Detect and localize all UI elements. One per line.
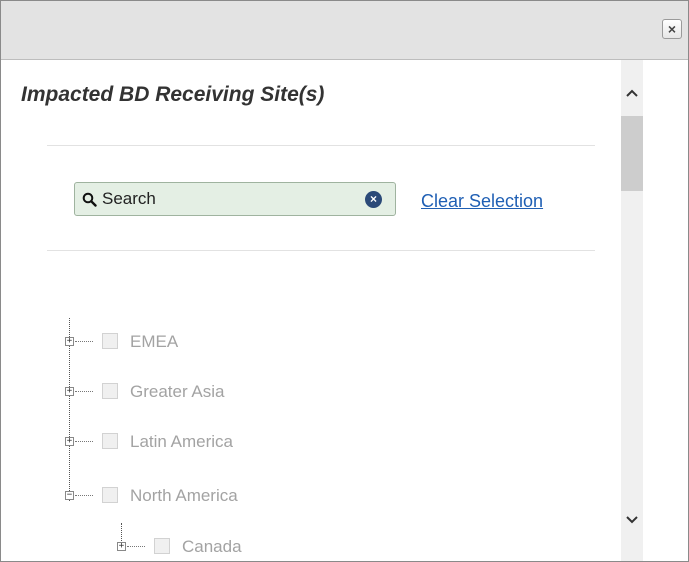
tree-node-label: Canada [182, 537, 242, 556]
tree-checkbox[interactable] [102, 333, 118, 349]
tree-node-label: Greater Asia [130, 382, 225, 401]
expand-icon[interactable]: + [65, 337, 74, 346]
search-icon [82, 192, 97, 207]
scroll-up-button[interactable] [621, 82, 643, 104]
dialog-heading: Impacted BD Receiving Site(s) [21, 83, 325, 106]
scrollbar-thumb[interactable] [621, 116, 643, 191]
close-icon: × [667, 21, 677, 37]
dialog-content: Impacted BD Receiving Site(s) × Clear Se… [1, 60, 621, 561]
tree-node[interactable]: + Latin America [65, 432, 365, 454]
clear-selection-link[interactable]: Clear Selection [421, 191, 543, 212]
tree-node[interactable]: + Greater Asia [65, 382, 365, 404]
chevron-up-icon [626, 89, 638, 97]
tree-connector [127, 546, 145, 547]
tree-checkbox[interactable] [102, 433, 118, 449]
tree-connector [75, 391, 93, 392]
close-button[interactable]: × [662, 19, 682, 39]
tree-node[interactable]: + Canada [117, 537, 367, 559]
tree-checkbox[interactable] [102, 383, 118, 399]
tree-connector [75, 495, 93, 496]
search-input[interactable] [102, 188, 342, 210]
top-divider [47, 145, 595, 146]
expand-icon[interactable]: + [65, 437, 74, 446]
vertical-scrollbar[interactable] [621, 60, 643, 561]
bottom-divider [47, 250, 595, 251]
tree-node[interactable]: + EMEA [65, 332, 365, 354]
collapse-icon[interactable]: − [65, 491, 74, 500]
scroll-down-button[interactable] [621, 509, 643, 531]
clear-search-icon[interactable]: × [365, 191, 382, 208]
site-selection-dialog: × Impacted BD Receiving Site(s) × Clear … [0, 0, 689, 562]
tree-connector [75, 441, 93, 442]
tree-node-label: EMEA [130, 332, 179, 351]
dialog-titlebar: × [1, 1, 688, 60]
tree-connector [75, 341, 93, 342]
tree-checkbox[interactable] [102, 487, 118, 503]
tree-checkbox[interactable] [154, 538, 170, 554]
chevron-down-icon [626, 516, 638, 524]
expand-icon[interactable]: + [65, 387, 74, 396]
tree-node[interactable]: − North America [65, 486, 365, 508]
expand-icon[interactable]: + [117, 542, 126, 551]
tree-node-label: Latin America [130, 432, 233, 451]
tree-node-label: North America [130, 486, 238, 505]
search-box[interactable]: × [74, 182, 396, 216]
